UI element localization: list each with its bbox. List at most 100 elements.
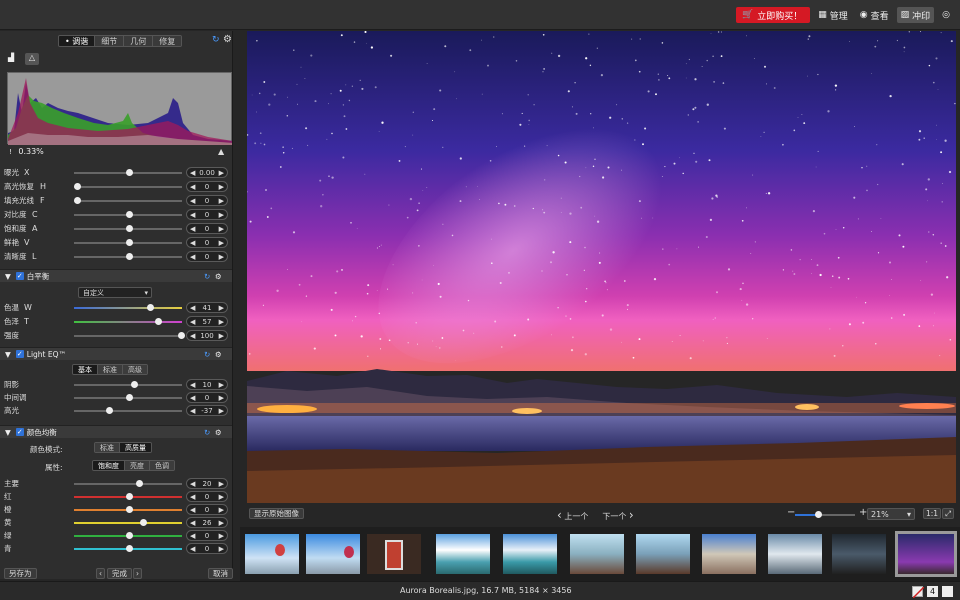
decrement-icon[interactable]: ◀ [190, 407, 195, 415]
slider-knob[interactable] [155, 318, 163, 325]
decrement-icon[interactable]: ◀ [190, 545, 195, 553]
value-stepper[interactable]: ◀ 0 ▶ [186, 543, 228, 554]
tab-geometry[interactable]: 几何 [124, 36, 154, 46]
fullscreen-button[interactable]: ⤢ [942, 508, 954, 519]
value-stepper[interactable]: ◀ 0 ▶ [186, 392, 228, 403]
actual-size-button[interactable]: 1:1 [923, 508, 942, 519]
thumbnail-hiker-1[interactable] [570, 534, 624, 574]
thumbnail-hiker-2[interactable] [636, 534, 690, 574]
decrement-icon[interactable]: ◀ [190, 253, 195, 261]
increment-icon[interactable]: ▶ [219, 169, 224, 177]
decrement-icon[interactable]: ◀ [190, 211, 195, 219]
decrement-icon[interactable]: ◀ [190, 225, 195, 233]
mode-standard[interactable]: 标准 [98, 365, 123, 374]
view-mode-button[interactable]: ◉ 查看 [856, 7, 893, 23]
increment-icon[interactable]: ▶ [219, 197, 224, 205]
slider-knob[interactable] [126, 493, 133, 500]
increment-icon[interactable]: ▶ [219, 211, 224, 219]
collapse-triangle-icon[interactable]: ▼ [5, 428, 11, 437]
decrement-icon[interactable]: ◀ [190, 197, 195, 205]
histogram-mode-button[interactable]: ▟ [8, 53, 22, 65]
image-viewer[interactable] [247, 31, 956, 503]
slider-knob[interactable] [126, 545, 133, 552]
value-stepper[interactable]: ◀ 0.00 ▶ [186, 167, 228, 178]
reset-icon[interactable]: ↻ [212, 35, 220, 45]
save-as-button[interactable]: 另存为 [4, 567, 37, 579]
thumbnail-doorway[interactable] [367, 534, 421, 574]
print-mode-button[interactable]: ▨ 冲印 [896, 7, 935, 23]
value-stepper[interactable]: ◀ 100 ▶ [186, 330, 228, 341]
thumbnail-aurora-selected[interactable] [895, 531, 957, 577]
slider-knob[interactable] [126, 532, 133, 539]
increment-icon[interactable]: ▶ [219, 519, 224, 527]
next-step-button[interactable]: › [133, 567, 142, 579]
tab-tune[interactable]: • 调谐 [59, 36, 96, 46]
slider-knob[interactable] [126, 506, 133, 513]
slider-knob[interactable] [126, 253, 133, 260]
increment-icon[interactable]: ▶ [219, 493, 224, 501]
increment-icon[interactable]: ▶ [219, 394, 224, 402]
mode-standard[interactable]: 标准 [95, 443, 120, 452]
decrement-icon[interactable]: ◀ [190, 304, 195, 312]
decrement-icon[interactable]: ◀ [190, 480, 195, 488]
increment-icon[interactable]: ▶ [219, 532, 224, 540]
increment-icon[interactable]: ▶ [219, 183, 224, 191]
zoom-out-icon[interactable]: − [787, 507, 795, 518]
increment-icon[interactable]: ▶ [219, 506, 224, 514]
slider-track[interactable] [74, 186, 182, 188]
light-eq-header[interactable]: ▼ ✓ Light EQ™ ↻ ⚙ [0, 347, 232, 360]
gear-icon[interactable]: ⚙ [223, 34, 232, 45]
slider-knob[interactable] [126, 394, 133, 401]
slider-track[interactable] [74, 410, 182, 412]
value-stepper[interactable]: ◀ 0 ▶ [186, 491, 228, 502]
slider-track[interactable] [74, 384, 182, 386]
mode-high-quality[interactable]: 高质量 [120, 443, 151, 452]
previous-button[interactable]: ‹ 上一个 [557, 508, 588, 522]
histogram-warning-button[interactable]: △ [25, 53, 39, 65]
slider-knob[interactable] [74, 197, 81, 204]
slider-track[interactable] [74, 321, 182, 323]
increment-icon[interactable]: ▶ [219, 480, 224, 488]
cancel-button[interactable]: 取消 [208, 567, 233, 579]
decrement-icon[interactable]: ◀ [190, 318, 195, 326]
value-stepper[interactable]: ◀ 0 ▶ [186, 504, 228, 515]
manage-mode-button[interactable]: ▦ 管理 [814, 7, 852, 23]
mode-basic[interactable]: 基本 [73, 365, 98, 374]
decrement-icon[interactable]: ◀ [190, 519, 195, 527]
thumbnail-balloons-1[interactable] [245, 534, 299, 574]
reset-icon[interactable]: ↻ [204, 272, 210, 281]
slider-knob[interactable] [126, 211, 133, 218]
slider-knob[interactable] [106, 407, 114, 414]
buy-now-button[interactable]: 🛒 立即购买！ [735, 7, 811, 23]
thumbnail-balloons-2[interactable] [306, 534, 360, 574]
value-stepper[interactable]: ◀ 10 ▶ [186, 379, 228, 390]
increment-icon[interactable]: ▶ [219, 253, 224, 261]
attr-saturation[interactable]: 饱和度 [93, 461, 125, 470]
increment-icon[interactable]: ▶ [219, 318, 224, 326]
value-stepper[interactable]: ◀ 0 ▶ [186, 209, 228, 220]
value-stepper[interactable]: ◀ -37 ▶ [186, 405, 228, 416]
mode-advanced[interactable]: 高级 [123, 365, 147, 374]
tab-repair[interactable]: 修复 [153, 36, 182, 46]
thumbnail-mountains-1[interactable] [436, 534, 490, 574]
increment-icon[interactable]: ▶ [219, 304, 224, 312]
increment-icon[interactable]: ▶ [219, 239, 224, 247]
increment-icon[interactable]: ▶ [219, 225, 224, 233]
value-stepper[interactable]: ◀ 0 ▶ [186, 251, 228, 262]
value-stepper[interactable]: ◀ 20 ▶ [186, 478, 228, 489]
slider-track[interactable] [74, 307, 182, 309]
slider-track[interactable] [74, 200, 182, 202]
slider-knob[interactable] [126, 169, 133, 176]
thumbnail-tunnel[interactable] [832, 534, 886, 574]
reset-icon[interactable]: ↻ [204, 350, 210, 359]
no-color-label-icon[interactable] [912, 586, 925, 599]
slider-knob[interactable] [146, 304, 154, 311]
gear-icon[interactable]: ⚙ [215, 428, 222, 437]
collapse-triangle-icon[interactable]: ▼ [5, 350, 11, 359]
value-stepper[interactable]: ◀ 0 ▶ [186, 223, 228, 234]
white-balance-header[interactable]: ▼ ✓ 白平衡 ↻ ⚙ [0, 269, 232, 282]
decrement-icon[interactable]: ◀ [190, 394, 195, 402]
slider-knob[interactable] [178, 332, 185, 339]
value-stepper[interactable]: ◀ 57 ▶ [186, 316, 228, 327]
white-balance-checkbox[interactable]: ✓ [15, 272, 24, 280]
